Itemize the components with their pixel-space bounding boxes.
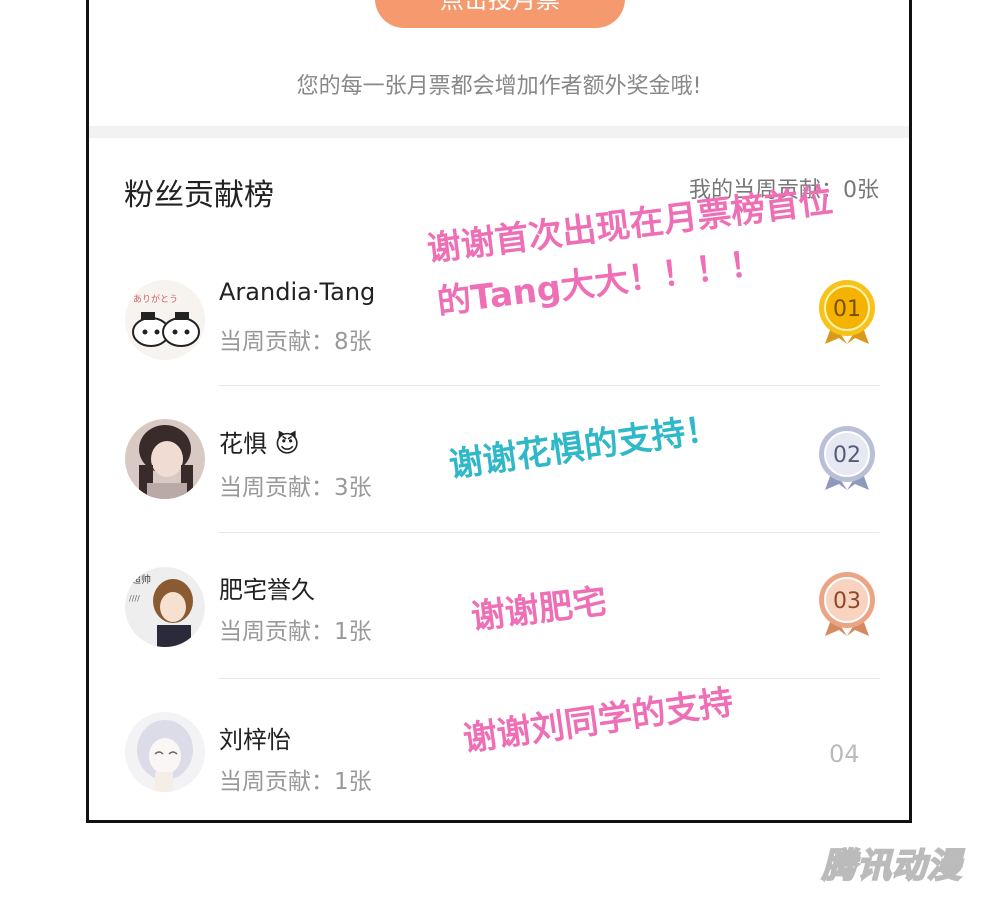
fan-contribution: 当周贡献：1张 bbox=[219, 619, 372, 645]
fan-contribution: 当周贡献：8张 bbox=[219, 329, 372, 355]
rank-label: 03 bbox=[833, 589, 861, 614]
fan-board-title: 粉丝贡献榜 bbox=[124, 178, 274, 213]
svg-text:超帅: 超帅 bbox=[131, 573, 151, 586]
app-frame: 点击投月票 您的每一张月票都会增加作者额外奖金哦! 粉丝贡献榜 我的当周贡献：0… bbox=[86, 0, 912, 823]
svg-text:ありがとう: ありがとう bbox=[133, 293, 178, 305]
fan-name: Arandia·Tang bbox=[219, 278, 376, 306]
fan-name: 刘梓怡 bbox=[219, 726, 291, 754]
bonus-note: 您的每一张月票都会增加作者额外奖金哦! bbox=[296, 74, 702, 99]
devil-emoji-icon: 😈 bbox=[274, 430, 300, 458]
rank-label: 01 bbox=[833, 297, 861, 322]
rank-label: 02 bbox=[833, 443, 861, 468]
row-divider bbox=[219, 532, 879, 533]
fan-contribution: 当周贡献：1张 bbox=[219, 769, 372, 795]
tencent-comic-watermark: 腾讯动漫 bbox=[821, 845, 962, 887]
rank-label: 04 bbox=[829, 740, 860, 768]
avatar bbox=[125, 419, 205, 499]
avatar bbox=[125, 712, 205, 792]
gold-medal-icon: 01 bbox=[817, 278, 877, 348]
row-divider bbox=[219, 678, 879, 679]
bronze-medal-icon: 03 bbox=[817, 570, 877, 640]
fan-contribution: 当周贡献：3张 bbox=[219, 475, 372, 501]
silver-medal-icon: 02 bbox=[817, 424, 877, 494]
fan-name: 肥宅誉久 bbox=[219, 576, 315, 604]
svg-text:////: //// bbox=[129, 594, 140, 603]
avatar: 超帅 //// bbox=[125, 567, 205, 647]
fan-name: 花惧 😈 bbox=[219, 430, 300, 458]
vote-monthly-ticket-button[interactable]: 点击投月票 bbox=[375, 0, 625, 28]
section-separator bbox=[89, 126, 909, 138]
row-divider bbox=[219, 385, 879, 386]
avatar: ありがとう bbox=[125, 280, 205, 360]
